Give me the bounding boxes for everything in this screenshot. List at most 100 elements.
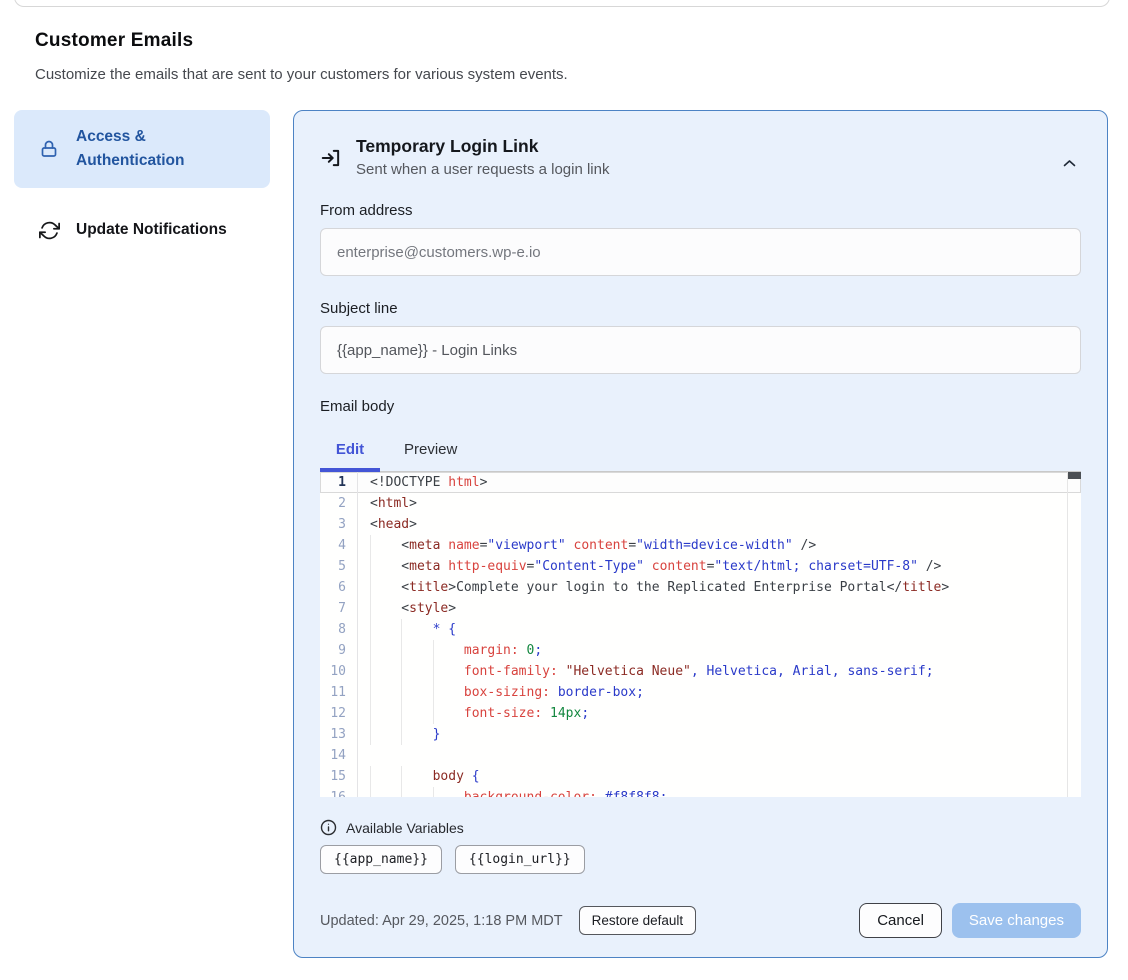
line-number: 12 (320, 703, 358, 724)
panel-header-text: Temporary Login Link Sent when a user re… (356, 136, 609, 178)
collapse-button[interactable] (1058, 152, 1081, 175)
indent-guide (370, 598, 401, 619)
page-title: Customer Emails (35, 30, 935, 52)
code-line[interactable]: 12font-size: 14px; (320, 703, 1081, 724)
indent-guide (370, 619, 401, 640)
code-line[interactable]: 13} (320, 724, 1081, 745)
code-line[interactable]: 10font-family: "Helvetica Neue", Helveti… (320, 661, 1081, 682)
email-body-label: Email body (320, 398, 1081, 415)
code-text: font-size: 14px; (358, 703, 589, 724)
indent-guide (433, 787, 464, 797)
updated-timestamp: Updated: Apr 29, 2025, 1:18 PM MDT (320, 913, 563, 929)
indent-guide (401, 682, 432, 703)
code-text: background-color: #f8f8f8; (358, 787, 667, 797)
indent-guide (401, 661, 432, 682)
line-number: 7 (320, 598, 358, 619)
code-text: font-family: "Helvetica Neue", Helvetica… (358, 661, 934, 682)
subject-line-input[interactable] (320, 326, 1081, 374)
line-number: 16 (320, 787, 358, 797)
cancel-button[interactable]: Cancel (859, 903, 942, 938)
indent-guide (401, 619, 432, 640)
chevron-up-icon (1062, 156, 1077, 171)
code-line[interactable]: 3<head> (320, 514, 1081, 535)
email-body-tabs: Edit Preview (320, 427, 1081, 471)
indent-guide (370, 661, 401, 682)
code-text (358, 745, 370, 766)
line-number: 15 (320, 766, 358, 787)
line-number: 6 (320, 577, 358, 598)
code-text: * { (358, 619, 456, 640)
code-line[interactable]: 6<title>Complete your login to the Repli… (320, 577, 1081, 598)
code-line[interactable]: 16background-color: #f8f8f8; (320, 787, 1081, 797)
indent-guide (433, 682, 464, 703)
panel-subtitle: Sent when a user requests a login link (356, 161, 609, 178)
code-text: <style> (358, 598, 456, 619)
editor-scrollbar[interactable] (1067, 472, 1081, 797)
available-variables-row: Available Variables (320, 819, 1081, 836)
indent-guide (370, 556, 401, 577)
subject-line-label: Subject line (320, 300, 1081, 317)
sidebar: Access & Authentication Update Notificat… (14, 110, 270, 254)
available-variables-label: Available Variables (346, 820, 464, 836)
code-line[interactable]: 15body { (320, 766, 1081, 787)
code-line[interactable]: 8* { (320, 619, 1081, 640)
from-address-label: From address (320, 202, 1081, 219)
from-address-input[interactable] (320, 228, 1081, 276)
sidebar-item-label: Access & Authentication (76, 125, 236, 173)
indent-guide (370, 766, 401, 787)
indent-guide (370, 535, 401, 556)
restore-default-button[interactable]: Restore default (579, 906, 697, 935)
line-number: 2 (320, 493, 358, 514)
sync-icon (38, 219, 60, 241)
variable-chip-login-url[interactable]: {{login_url}} (455, 845, 585, 874)
tab-preview[interactable]: Preview (394, 427, 467, 471)
code-text: body { (358, 766, 480, 787)
code-line[interactable]: 14 (320, 745, 1081, 766)
code-text: } (358, 724, 440, 745)
indent-guide (401, 787, 432, 797)
indent-guide (370, 724, 401, 745)
code-text: box-sizing: border-box; (358, 682, 644, 703)
sidebar-item-update-notifications[interactable]: Update Notifications (14, 206, 270, 254)
variable-chips: {{app_name}} {{login_url}} (320, 845, 1081, 874)
lock-icon (38, 138, 60, 160)
sidebar-item-label: Update Notifications (76, 218, 236, 242)
panel-title: Temporary Login Link (356, 136, 609, 157)
code-text: <!DOCTYPE html> (358, 472, 487, 493)
indent-guide (401, 766, 432, 787)
line-number: 3 (320, 514, 358, 535)
login-icon (320, 147, 344, 171)
code-line[interactable]: 9margin: 0; (320, 640, 1081, 661)
code-line[interactable]: 2<html> (320, 493, 1081, 514)
code-text: <title>Complete your login to the Replic… (358, 577, 949, 598)
panel-header: Temporary Login Link Sent when a user re… (320, 136, 1081, 178)
line-number: 5 (320, 556, 358, 577)
variable-chip-app-name[interactable]: {{app_name}} (320, 845, 442, 874)
indent-guide (370, 682, 401, 703)
code-line[interactable]: 4<meta name="viewport" content="width=de… (320, 535, 1081, 556)
line-number: 10 (320, 661, 358, 682)
panel-footer: Updated: Apr 29, 2025, 1:18 PM MDT Resto… (320, 903, 1081, 938)
code-line[interactable]: 1<!DOCTYPE html> (320, 472, 1081, 493)
tab-edit[interactable]: Edit (320, 427, 380, 471)
indent-guide (433, 703, 464, 724)
sidebar-item-access-authentication[interactable]: Access & Authentication (14, 110, 270, 188)
code-line[interactable]: 7<style> (320, 598, 1081, 619)
line-number: 4 (320, 535, 358, 556)
code-editor[interactable]: 1<!DOCTYPE html>2<html>3<head>4<meta nam… (320, 471, 1081, 797)
code-line[interactable]: 11box-sizing: border-box; (320, 682, 1081, 703)
page: Customer Emails Customize the emails tha… (0, 0, 1128, 980)
code-text: <head> (358, 514, 417, 535)
line-number: 11 (320, 682, 358, 703)
code-text: <meta name="viewport" content="width=dev… (358, 535, 816, 556)
indent-guide (370, 787, 401, 797)
info-icon[interactable] (320, 819, 337, 836)
code-editor-lines: 1<!DOCTYPE html>2<html>3<head>4<meta nam… (320, 472, 1081, 797)
save-changes-button[interactable]: Save changes (952, 903, 1081, 938)
editor-scrollbar-thumb[interactable] (1068, 472, 1081, 479)
indent-guide (433, 661, 464, 682)
code-line[interactable]: 5<meta http-equiv="Content-Type" content… (320, 556, 1081, 577)
line-number: 9 (320, 640, 358, 661)
email-settings-panel: Temporary Login Link Sent when a user re… (293, 110, 1108, 958)
line-number: 13 (320, 724, 358, 745)
